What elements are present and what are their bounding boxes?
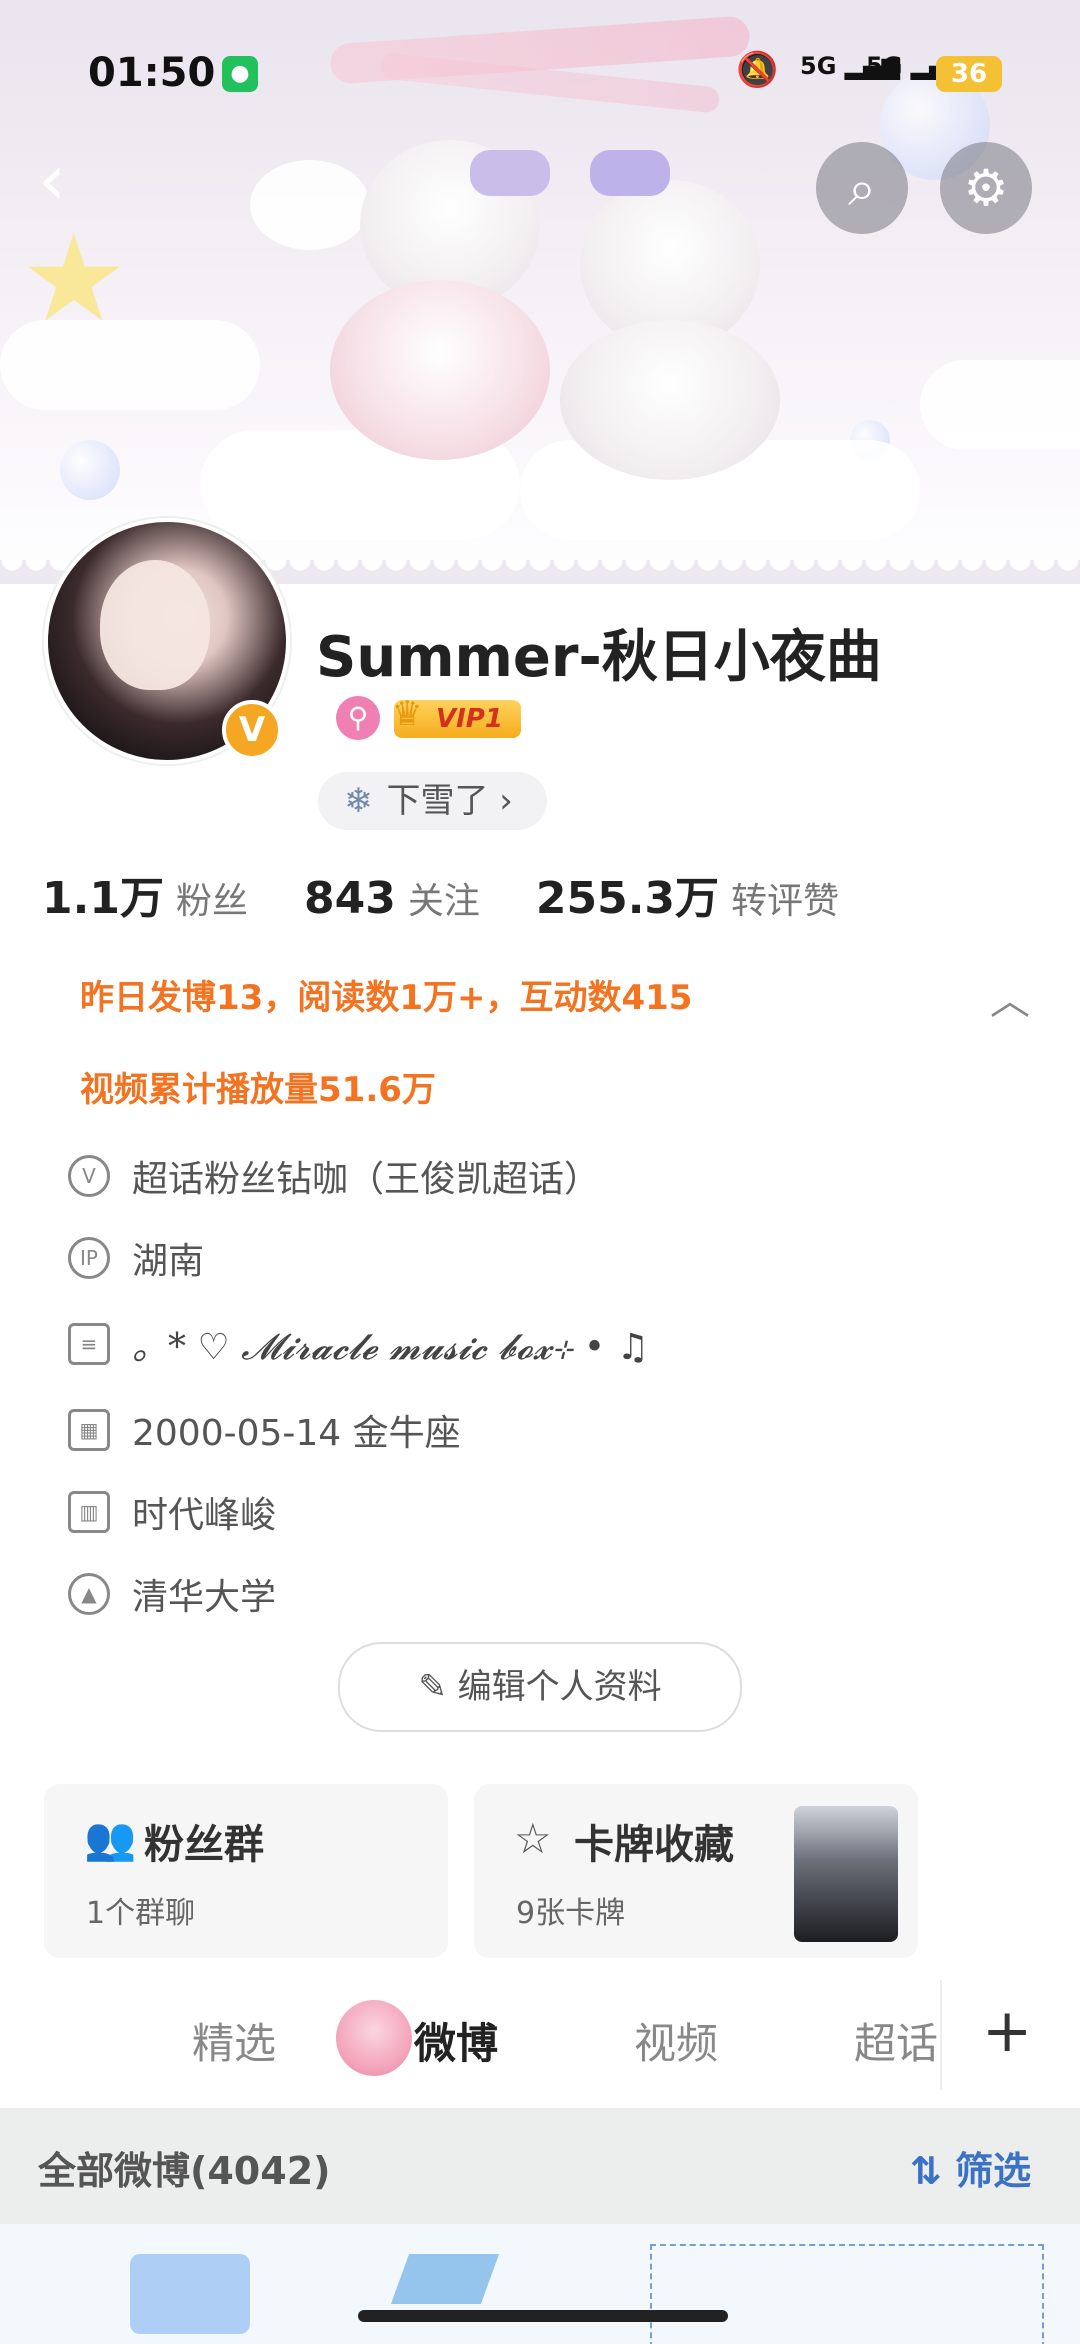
graduation-cap-icon: ▲ (68, 1573, 110, 1615)
crown-icon: ♛ (392, 694, 423, 734)
chevron-left-icon[interactable]: ‹ (38, 145, 66, 215)
info-school: ▲ 清华大学 (68, 1568, 276, 1620)
snowflake-icon: ❄ (344, 781, 373, 821)
cake-icon (336, 2000, 412, 2076)
all-posts-label[interactable]: 全部微博(4042) (38, 2140, 331, 2195)
info-company: ▥ 时代峰峻 (68, 1486, 276, 1538)
fan-group-title: 粉丝群 (144, 1822, 264, 1868)
post-preview[interactable] (0, 2224, 1080, 2344)
filter-button[interactable]: ⇅ 筛选 (910, 2140, 1031, 2195)
edit-profile-button[interactable]: ✎ 编辑个人资料 (338, 1642, 742, 1732)
info-supertopic[interactable]: V 超话粉丝钻咖（王俊凯超话） (68, 1150, 600, 1202)
tab-supertopic[interactable]: 超话 (854, 2010, 938, 2071)
status-pill[interactable]: ❄ 下雪了 › (318, 772, 547, 830)
stat-followers[interactable]: 1.1万 粉丝 (42, 873, 304, 924)
search-icon[interactable]: ⌕ (816, 142, 908, 234)
chevron-up-icon[interactable]: ︿ (990, 968, 1030, 1026)
home-indicator (358, 2310, 728, 2322)
info-ip-location: IP 湖南 (68, 1232, 204, 1284)
pencil-icon: ✎ (418, 1667, 447, 1707)
status-time: 01:50 (88, 50, 216, 96)
battery-indicator: 36 (936, 56, 1002, 92)
tab-video[interactable]: 视频 (634, 2010, 718, 2071)
shield-icon: V (68, 1155, 110, 1197)
plus-icon[interactable]: + (982, 1996, 1032, 2066)
card-star-icon: ☆ (514, 1814, 552, 1863)
status-pill-label: 下雪了 (386, 781, 489, 821)
summary-video-plays: 视频累计播放量51.6万 (80, 1070, 436, 1110)
document-icon: ≡ (68, 1323, 110, 1365)
fan-group-card[interactable]: 👥 粉丝群 1个群聊 (44, 1784, 448, 1958)
building-icon: ▥ (68, 1491, 110, 1533)
calendar-icon: ▦ (68, 1409, 110, 1451)
mute-bell-icon: 🔕 (736, 50, 779, 90)
female-badge-icon: ⚲ (336, 696, 380, 740)
stat-interactions[interactable]: 255.3万 转评赞 (536, 873, 839, 924)
verified-badge: V (222, 700, 282, 760)
tab-weibo[interactable]: 微博 (414, 2010, 498, 2071)
info-birthday: ▦ 2000-05-14 金牛座 (68, 1404, 461, 1456)
profile-stats: 1.1万 粉丝 843 关注 255.3万 转评赞 (42, 862, 839, 926)
wechat-icon: ● (222, 56, 258, 92)
card-collection-title: 卡牌收藏 (574, 1822, 734, 1868)
ip-icon: IP (68, 1237, 110, 1279)
username: Summer-秋日小夜曲 (316, 625, 882, 690)
stat-following[interactable]: 843 关注 (304, 873, 536, 924)
group-icon: 👥 (84, 1814, 137, 1863)
card-collection-sub: 9张卡牌 (516, 1896, 626, 1931)
summary-yesterday: 昨日发博13，阅读数1万+，互动数415 (80, 978, 693, 1018)
avatar-face (100, 560, 210, 690)
tab-divider (940, 1980, 942, 2090)
gear-icon[interactable]: ⚙ (940, 142, 1032, 234)
card-thumbnail (794, 1806, 898, 1942)
tab-featured[interactable]: 精选 (192, 2010, 276, 2071)
fan-group-sub: 1个群聊 (86, 1896, 196, 1931)
filter-icon: ⇅ (910, 2149, 942, 2193)
info-signature: ≡ 。* ♡ 𝓜𝓲𝓻𝓪𝓬𝓵𝓮 𝓶𝓾𝓼𝓲𝓬 𝓫𝓸𝔁⊹ • ♫ (68, 1318, 649, 1370)
